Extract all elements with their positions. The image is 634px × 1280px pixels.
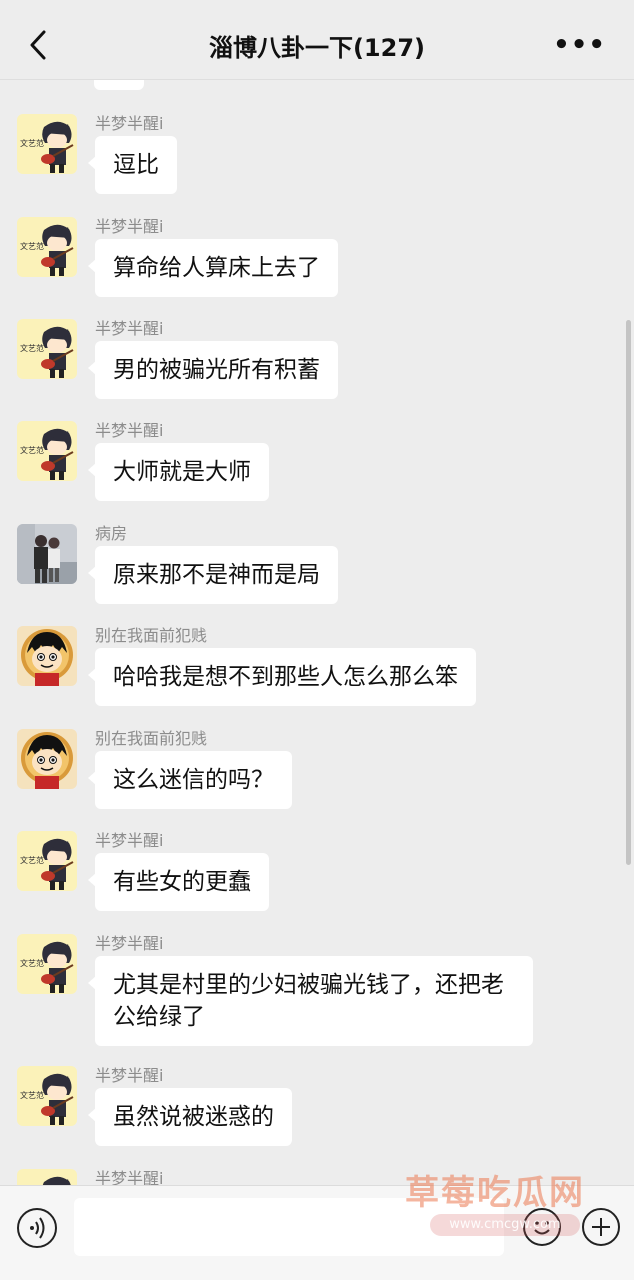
- sender-name: 半梦半醒i: [95, 319, 164, 338]
- message-list[interactable]: 文艺范 半梦半醒i 逗比 文艺范 半梦半醒i 算命给人算床上去了 文艺范 半梦半…: [0, 80, 634, 1185]
- guitar-boy-avatar-icon: 文艺范: [17, 319, 77, 379]
- sender-name: 病房: [95, 524, 128, 543]
- message-bubble[interactable]: 男的被骗光所有积蓄: [88, 341, 338, 399]
- message-bubble[interactable]: 算命给人算床上去了: [88, 239, 338, 297]
- avatar[interactable]: 文艺范: [17, 1066, 77, 1126]
- svg-text:文艺范: 文艺范: [20, 1090, 44, 1100]
- message-bubble[interactable]: 尤其是村里的少妇被骗光钱了，还把老公给绿了: [88, 956, 533, 1046]
- avatar[interactable]: [17, 729, 77, 789]
- chat-header: 淄博八卦一下(127) •••: [0, 0, 634, 80]
- avatar[interactable]: 文艺范: [17, 421, 77, 481]
- message-bubble[interactable]: 这么迷信的吗？: [88, 751, 292, 809]
- svg-text:文艺范: 文艺范: [20, 343, 44, 353]
- couple-photo-avatar-icon: [17, 524, 77, 584]
- scrollbar[interactable]: [626, 320, 631, 865]
- message-bubble[interactable]: 原来那不是神而是局: [88, 546, 338, 604]
- watermark-url: www.cmcgw.com: [430, 1214, 580, 1236]
- guitar-boy-avatar-icon: [17, 1169, 77, 1185]
- more-options-button[interactable]: •••: [553, 30, 606, 60]
- avatar[interactable]: [17, 524, 77, 584]
- sender-name: 半梦半醒i: [95, 217, 164, 236]
- svg-text:文艺范: 文艺范: [20, 138, 44, 148]
- avatar[interactable]: 文艺范: [17, 934, 77, 994]
- message-bubble[interactable]: 哈哈我是想不到那些人怎么那么笨: [88, 648, 476, 706]
- message-bubble[interactable]: 大师就是大师: [88, 443, 269, 501]
- svg-text:文艺范: 文艺范: [20, 958, 44, 968]
- avatar[interactable]: 文艺范: [17, 217, 77, 277]
- avatar[interactable]: [17, 1169, 77, 1185]
- message-bubble[interactable]: 有些女的更蠢: [88, 853, 269, 911]
- avatar[interactable]: 文艺范: [17, 831, 77, 891]
- guitar-boy-avatar-icon: 文艺范: [17, 831, 77, 891]
- avatar[interactable]: [17, 626, 77, 686]
- sender-name: 半梦半醒i: [95, 114, 164, 133]
- guitar-boy-avatar-icon: 文艺范: [17, 114, 77, 174]
- sender-name: 别在我面前犯贱: [95, 729, 208, 748]
- guitar-boy-avatar-icon: 文艺范: [17, 421, 77, 481]
- chat-title: 淄博八卦一下(127): [208, 34, 426, 62]
- voice-icon[interactable]: [17, 1208, 57, 1248]
- sender-name: 半梦半醒i: [95, 1066, 164, 1085]
- sender-name: 半梦半醒i: [95, 934, 164, 953]
- plus-icon[interactable]: [582, 1208, 620, 1246]
- message-bubble[interactable]: 虽然说被迷惑的: [88, 1088, 292, 1146]
- previous-message-bubble: [94, 80, 144, 90]
- luffy-avatar-icon: [17, 626, 77, 686]
- luffy-avatar-icon: [17, 729, 77, 789]
- svg-text:文艺范: 文艺范: [20, 445, 44, 455]
- sender-name: 半梦半醒i: [95, 831, 164, 850]
- guitar-boy-avatar-icon: 文艺范: [17, 1066, 77, 1126]
- message-bubble[interactable]: 逗比: [88, 136, 177, 194]
- sender-name: 别在我面前犯贱: [95, 626, 208, 645]
- avatar[interactable]: 文艺范: [17, 114, 77, 174]
- watermark-logo: 草莓吃瓜网: [405, 1173, 585, 1213]
- guitar-boy-avatar-icon: 文艺范: [17, 934, 77, 994]
- svg-text:文艺范: 文艺范: [20, 241, 44, 251]
- sender-name: 半梦半醒i: [95, 1169, 164, 1185]
- avatar[interactable]: 文艺范: [17, 319, 77, 379]
- svg-text:文艺范: 文艺范: [20, 855, 44, 865]
- guitar-boy-avatar-icon: 文艺范: [17, 217, 77, 277]
- sender-name: 半梦半醒i: [95, 421, 164, 440]
